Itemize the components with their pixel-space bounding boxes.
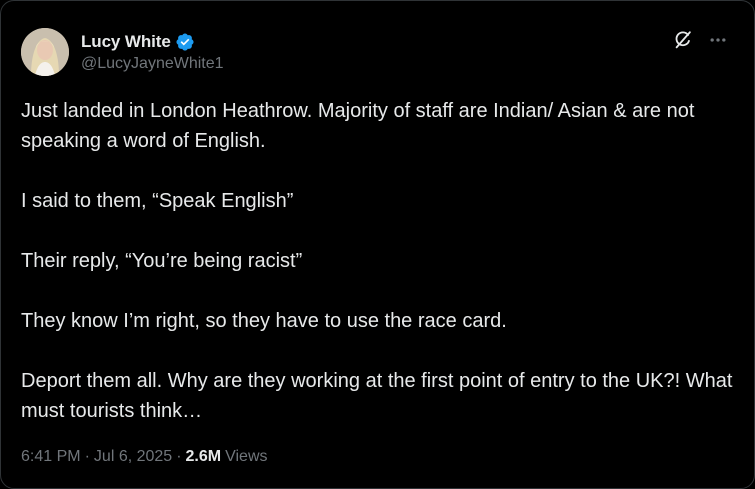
tweet-time[interactable]: 6:41 PM	[21, 448, 81, 466]
tweet-paragraph: Deport them all. Why are they working at…	[21, 370, 733, 422]
avatar[interactable]	[21, 28, 69, 76]
tweet-paragraph: They know I’m right, so they have to use…	[21, 310, 507, 332]
tweet-paragraph: Just landed in London Heathrow. Majority…	[21, 100, 695, 152]
views-count[interactable]: 2.6M	[186, 448, 222, 466]
verified-badge-icon	[175, 32, 195, 52]
tweet-paragraph: I said to them, “Speak English”	[21, 190, 294, 212]
avatar-image	[21, 28, 69, 76]
meta-separator: ·	[84, 448, 90, 465]
more-icon[interactable]	[708, 30, 728, 50]
tweet-card: Lucy White @LucyJayneWhite1 Just landed …	[0, 0, 755, 489]
views-label: Views	[225, 448, 268, 465]
tweet-paragraph: Their reply, “You’re being racist”	[21, 250, 303, 272]
tweet-text: Just landed in London Heathrow. Majority…	[21, 96, 736, 426]
tweet-top-actions	[672, 29, 728, 51]
meta-separator: ·	[176, 448, 182, 465]
grok-icon[interactable]	[672, 29, 694, 51]
tweet-date[interactable]: Jul 6, 2025	[94, 448, 172, 466]
author-names: Lucy White @LucyJayneWhite1	[81, 31, 224, 73]
tweet-meta: 6:41 PM · Jul 6, 2025 · 2.6M Views	[21, 448, 268, 466]
display-name[interactable]: Lucy White	[81, 32, 171, 52]
tweet-header: Lucy White @LucyJayneWhite1	[21, 28, 224, 76]
author-handle[interactable]: @LucyJayneWhite1	[81, 55, 224, 73]
name-row: Lucy White	[81, 31, 224, 53]
